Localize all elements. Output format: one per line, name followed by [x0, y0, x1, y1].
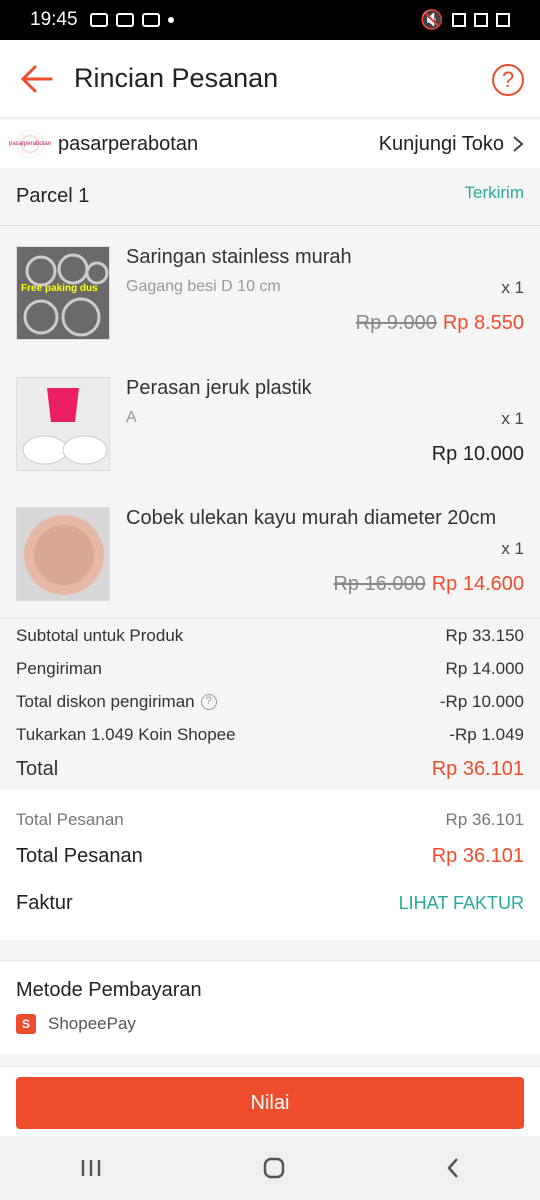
payment-method: S ShopeePay — [16, 1014, 524, 1034]
battery-icon — [496, 13, 510, 27]
visit-shop-link[interactable]: Kunjungi Toko — [379, 133, 524, 156]
shipping-discount-value: -Rp 10.000 — [439, 691, 524, 711]
payment-method-label: ShopeePay — [48, 1014, 136, 1033]
discounted-price: Rp 14.600 — [431, 573, 524, 595]
wifi-icon — [452, 13, 466, 27]
system-icons: 🔇 — [420, 8, 510, 32]
product-thumbnail — [16, 507, 110, 601]
shipping-row: Pengiriman Rp 14.000 — [16, 652, 524, 685]
invoice-row: Faktur LIHAT FAKTUR — [16, 866, 524, 940]
recent-apps-icon[interactable] — [79, 1158, 103, 1178]
subtotal-label: Subtotal untuk Produk — [16, 625, 184, 645]
gallery-icon — [141, 13, 160, 27]
order-total-value: Rp 36.101 — [445, 810, 524, 829]
product-name: Perasan jeruk plastik — [126, 377, 312, 399]
shop-logo: pasarperabotan — [9, 130, 51, 158]
original-price: Rp 9.000 — [355, 312, 437, 334]
product-price: Rp 10.000 — [432, 443, 524, 466]
question-icon[interactable]: ? — [200, 693, 217, 710]
order-total-label: Total Pesanan — [16, 844, 143, 867]
order-total-value: Rp 36.101 — [431, 844, 524, 867]
product-variant: A — [126, 409, 137, 426]
payment-title: Metode Pembayaran — [16, 979, 202, 1001]
total-value: Rp 36.101 — [431, 757, 524, 780]
notification-icon — [89, 13, 108, 27]
discounted-price: Rp 8.550 — [442, 312, 524, 334]
coins-value: -Rp 1.049 — [449, 724, 524, 744]
order-total-row-muted: Total Pesanan Rp 36.101 — [16, 790, 524, 846]
chevron-right-icon — [513, 136, 524, 152]
subtotal-value: Rp 33.150 — [445, 625, 524, 645]
parcel-status: Terkirim — [464, 182, 525, 202]
product-variant: Gagang besi D 10 cm — [126, 278, 281, 295]
product-quantity: x 1 — [501, 539, 524, 558]
app-bar: Rincian Pesanan ? — [0, 40, 540, 118]
product-name: Saringan stainless murah — [126, 246, 352, 268]
parcel-title: Parcel 1 — [16, 185, 90, 207]
price-summary: Subtotal untuk Produk Rp 33.150 Pengirim… — [0, 618, 540, 787]
price: Rp 10.000 — [431, 443, 524, 465]
shop-logo-text: pasarperabotan — [8, 141, 52, 147]
parcel-section: Parcel 1 Terkirim Free paking dus Saring… — [0, 168, 540, 790]
coins-row: Tukarkan 1.049 Koin Shopee -Rp 1.049 — [16, 718, 524, 751]
product-thumbnail: Free paking dus — [16, 246, 110, 340]
shipping-label: Pengiriman — [16, 658, 102, 678]
signal-icon — [474, 13, 488, 27]
invoice-label: Faktur — [16, 891, 73, 914]
product-thumbnail — [16, 377, 110, 471]
order-total-row: Total Pesanan Rp 36.101 — [16, 844, 524, 867]
shop-name: pasarperabotan — [58, 132, 199, 155]
parcel-header: Parcel 1 Terkirim — [0, 168, 540, 226]
rate-button[interactable]: Nilai — [16, 1077, 524, 1129]
thumbnail-caption: Free paking dus — [21, 283, 98, 294]
more-dot-icon — [167, 17, 174, 23]
payment-section: Metode Pembayaran S ShopeePay — [0, 960, 540, 1054]
shopeepay-icon: S — [16, 1014, 36, 1034]
product-item[interactable]: Free paking dus Saringan stainless murah… — [0, 240, 540, 350]
total-row: Total Rp 36.101 — [16, 751, 524, 787]
shipping-discount-row: Total diskon pengiriman ? -Rp 10.000 — [16, 685, 524, 718]
product-item[interactable]: Cobek ulekan kayu murah diameter 20cm x … — [0, 503, 540, 613]
product-quantity: x 1 — [501, 409, 524, 428]
product-item[interactable]: Perasan jeruk plastik A x 1 Rp 10.000 — [0, 371, 540, 481]
notification-icons — [89, 13, 174, 27]
shipping-value: Rp 14.000 — [445, 658, 524, 678]
product-quantity: x 1 — [501, 278, 524, 297]
total-label: Total — [16, 757, 59, 780]
status-bar: 19:45 🔇 — [0, 0, 540, 40]
home-icon[interactable] — [262, 1156, 286, 1180]
back-button[interactable] — [0, 40, 74, 118]
product-name: Cobek ulekan kayu murah diameter 20cm — [126, 507, 497, 529]
shop-row: pasarperabotan pasarperabotan Kunjungi T… — [0, 120, 540, 168]
product-price: Rp 16.000 Rp 14.600 — [333, 573, 524, 596]
help-icon[interactable]: ? — [492, 64, 524, 96]
original-price: Rp 16.000 — [333, 573, 426, 595]
coins-label: Tukarkan 1.049 Koin Shopee — [16, 724, 236, 744]
system-nav-bar — [0, 1136, 540, 1200]
bottom-action-bar: Nilai — [0, 1066, 540, 1136]
visit-shop-label: Kunjungi Toko — [378, 132, 504, 155]
shipping-discount-label: Total diskon pengiriman — [16, 691, 195, 711]
product-price: Rp 9.000 Rp 8.550 — [356, 312, 524, 335]
status-time: 19:45 — [30, 9, 78, 30]
order-total-label: Total Pesanan — [16, 810, 124, 829]
page-title: Rincian Pesanan — [74, 63, 279, 93]
arrow-left-icon — [21, 65, 53, 92]
order-total-section: Total Pesanan Rp 36.101 Total Pesanan Rp… — [0, 790, 540, 940]
back-nav-icon[interactable] — [445, 1156, 461, 1180]
view-invoice-link[interactable]: LIHAT FAKTUR — [399, 893, 524, 914]
mute-icon: 🔇 — [420, 10, 444, 31]
notification-icon — [115, 13, 134, 27]
subtotal-row: Subtotal untuk Produk Rp 33.150 — [16, 619, 524, 652]
